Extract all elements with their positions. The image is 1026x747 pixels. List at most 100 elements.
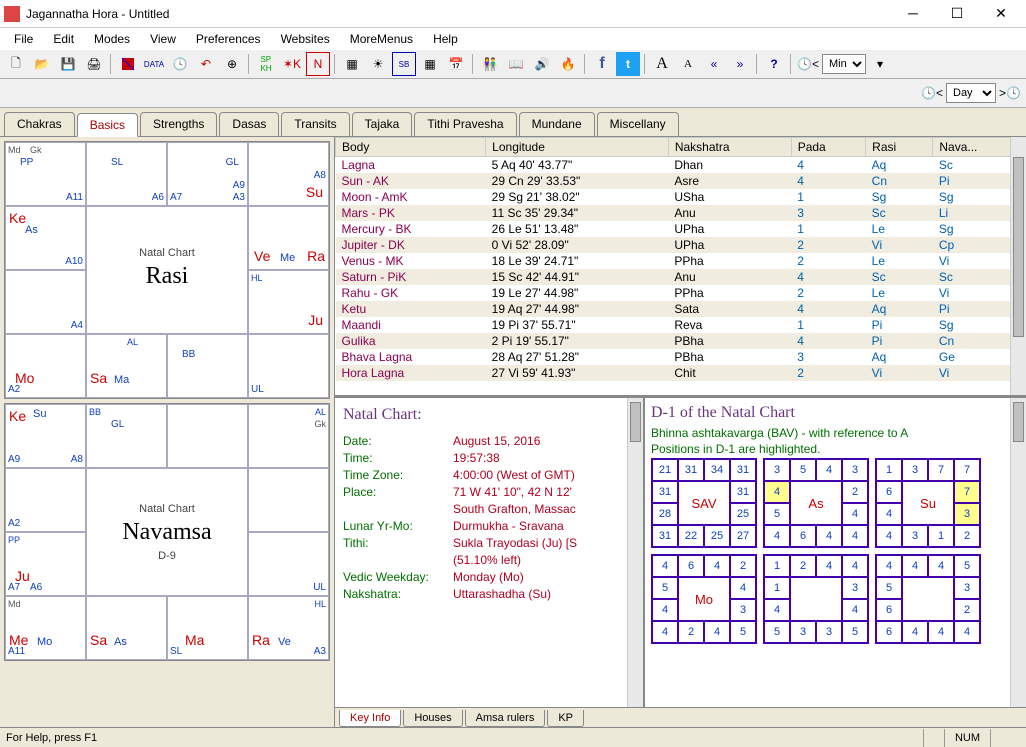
close-button[interactable]: ✕ (986, 5, 1016, 22)
bav-box[interactable]: 46425Mo4434245 (651, 554, 757, 644)
tool-ak-icon[interactable]: ✶K (280, 52, 304, 76)
font-small-icon[interactable]: A (676, 52, 700, 76)
tab-transits[interactable]: Transits (281, 112, 349, 136)
table-row[interactable]: Saturn - PiK15 Sc 42' 44.91"Anu4ScSc (336, 269, 1026, 285)
table-header[interactable]: Rasi (866, 138, 933, 157)
time-prev-icon[interactable]: 🕓< (796, 52, 820, 76)
btab-amsa[interactable]: Amsa rulers (465, 710, 546, 727)
menu-moremenus[interactable]: MoreMenus (342, 30, 421, 48)
menu-bar: File Edit Modes View Preferences Website… (0, 28, 1026, 50)
menu-help[interactable]: Help (425, 30, 466, 48)
tool-back-icon[interactable]: ↶ (194, 52, 218, 76)
menu-preferences[interactable]: Preferences (188, 30, 269, 48)
table-row[interactable]: Hora Lagna27 Vi 59' 41.93"Chit2ViVi (336, 365, 1026, 381)
table-scrollbar[interactable] (1010, 137, 1026, 395)
natal-row: Time Zone:4:00:00 (West of GMT) (343, 468, 635, 482)
table-row[interactable]: Maandi19 Pi 37' 55.71"Reva1PiSg (336, 317, 1026, 333)
print-icon[interactable]: 🖨 (82, 52, 106, 76)
next-icon[interactable]: » (728, 52, 752, 76)
new-icon[interactable]: 🗋 (4, 52, 28, 76)
facebook-icon[interactable]: f (590, 52, 614, 76)
left-panel: MdGkPPA11 SLA6 GLA7A9A3 SuA8 KeAsA10 Nat… (0, 137, 334, 727)
menu-file[interactable]: File (6, 30, 41, 48)
table-row[interactable]: Moon - AmK29 Sg 21' 38.02"USha1SgSg (336, 189, 1026, 205)
natal-info: Natal Chart: Date:August 15, 2016Time:19… (335, 398, 645, 707)
natal-scrollbar[interactable] (627, 398, 643, 707)
table-row[interactable]: Lagna5 Aq 40' 43.77"Dhan4AqSc (336, 157, 1026, 174)
table-row[interactable]: Ketu19 Aq 27' 44.98"Sata4AqPi (336, 301, 1026, 317)
d1-desc2: Positions in D-1 are highlighted. (651, 442, 1020, 456)
btab-kp[interactable]: KP (547, 710, 584, 727)
table-row[interactable]: Mars - PK11 Sc 35' 29.34"Anu3ScLi (336, 205, 1026, 221)
btab-houses[interactable]: Houses (403, 710, 462, 727)
save-icon[interactable]: 💾 (56, 52, 80, 76)
tab-chakras[interactable]: Chakras (4, 112, 75, 136)
tool-cal-icon[interactable]: 📅 (444, 52, 468, 76)
tab-mundane[interactable]: Mundane (519, 112, 595, 136)
menu-websites[interactable]: Websites (273, 30, 338, 48)
app-icon (4, 6, 20, 22)
day-next-icon[interactable]: >🕓 (998, 81, 1022, 105)
tab-strengths[interactable]: Strengths (140, 112, 217, 136)
bav-box[interactable]: 124413445335 (763, 554, 869, 644)
table-header[interactable]: Nakshatra (668, 138, 791, 157)
tab-dasas[interactable]: Dasas (219, 112, 279, 136)
tab-tajaka[interactable]: Tajaka (352, 112, 413, 136)
time-dropdown-icon[interactable]: ▾ (868, 52, 892, 76)
menu-edit[interactable]: Edit (45, 30, 82, 48)
open-icon[interactable]: 📂 (30, 52, 54, 76)
tool-grid2-icon[interactable]: ▦ (418, 52, 442, 76)
bav-box[interactable]: 444553626444 (875, 554, 981, 644)
body-table[interactable]: BodyLongitudeNakshatraPadaRasiNava... La… (335, 137, 1026, 397)
table-row[interactable]: Bhava Lagna28 Aq 27' 51.28"PBha3AqGe (336, 349, 1026, 365)
tool-grid1-icon[interactable]: ▦ (340, 52, 364, 76)
tool-people-icon[interactable]: 👫 (478, 52, 502, 76)
rasi-chart[interactable]: MdGkPPA11 SLA6 GLA7A9A3 SuA8 KeAsA10 Nat… (4, 141, 330, 399)
navamsa-chart[interactable]: KeSuA9A8 BBGL ALGk A2 Natal Chart Navams… (4, 403, 330, 661)
tool-book-icon[interactable]: 📖 (504, 52, 528, 76)
table-row[interactable]: Venus - MK18 Le 39' 24.71"PPha2LeVi (336, 253, 1026, 269)
time-unit-combo[interactable]: Min (822, 54, 866, 74)
table-row[interactable]: Sun - AK29 Cn 29' 33.53"Asre4CnPi (336, 173, 1026, 189)
maximize-button[interactable]: ☐ (942, 5, 972, 22)
table-row[interactable]: Gulika2 Pi 19' 55.17"PBha4PiCn (336, 333, 1026, 349)
secondary-toolbar: 🕓< Day >🕓 (0, 79, 1026, 108)
table-row[interactable]: Mercury - BK26 Le 51' 13.48"UPha1LeSg (336, 221, 1026, 237)
bav-box[interactable]: 2131343131SAV31282531222527 (651, 458, 757, 548)
main-content: MdGkPPA11 SLA6 GLA7A9A3 SuA8 KeAsA10 Nat… (0, 137, 1026, 727)
window-buttons: ─ ☐ ✕ (898, 5, 1022, 22)
tool-n-icon[interactable]: N (306, 52, 330, 76)
mid-panel: Natal Chart: Date:August 15, 2016Time:19… (335, 397, 1026, 707)
bav-box[interactable]: 13776Su7434312 (875, 458, 981, 548)
table-row[interactable]: Jupiter - DK0 Vi 52' 28.09"UPha2ViCp (336, 237, 1026, 253)
table-header[interactable]: Longitude (486, 138, 669, 157)
day-unit-combo[interactable]: Day (946, 83, 996, 103)
right-panel: BodyLongitudeNakshatraPadaRasiNava... La… (334, 137, 1026, 727)
font-large-icon[interactable]: A (650, 52, 674, 76)
tool-speaker-icon[interactable]: 🔊 (530, 52, 554, 76)
bav-box[interactable]: 35434As2544644 (763, 458, 869, 548)
menu-view[interactable]: View (142, 30, 184, 48)
table-header[interactable]: Body (336, 138, 486, 157)
btab-keyinfo[interactable]: Key Info (339, 710, 401, 727)
tool-sun-icon[interactable]: ☀ (366, 52, 390, 76)
tool-spkh-icon[interactable]: SPKH (254, 52, 278, 76)
prev-icon[interactable]: « (702, 52, 726, 76)
tool-fire-icon[interactable]: 🔥 (556, 52, 580, 76)
tab-miscellany[interactable]: Miscellany (597, 112, 679, 136)
tool-sb-icon[interactable]: SB (392, 52, 416, 76)
tab-basics[interactable]: Basics (77, 113, 138, 137)
day-prev-icon[interactable]: 🕓< (920, 81, 944, 105)
menu-modes[interactable]: Modes (86, 30, 138, 48)
tool-flag-icon[interactable] (116, 52, 140, 76)
tool-data-icon[interactable]: DATA (142, 52, 166, 76)
minimize-button[interactable]: ─ (898, 5, 928, 22)
tool-globe-icon[interactable]: ⊕ (220, 52, 244, 76)
table-row[interactable]: Rahu - GK19 Le 27' 44.98"PPha2LeVi (336, 285, 1026, 301)
twitter-icon[interactable]: t (616, 52, 640, 76)
tab-tithi[interactable]: Tithi Pravesha (414, 112, 516, 136)
table-header[interactable]: Pada (791, 138, 865, 157)
help-icon[interactable]: ? (762, 52, 786, 76)
d1-scrollbar[interactable] (1010, 398, 1026, 707)
tool-clock-icon[interactable]: 🕓 (168, 52, 192, 76)
